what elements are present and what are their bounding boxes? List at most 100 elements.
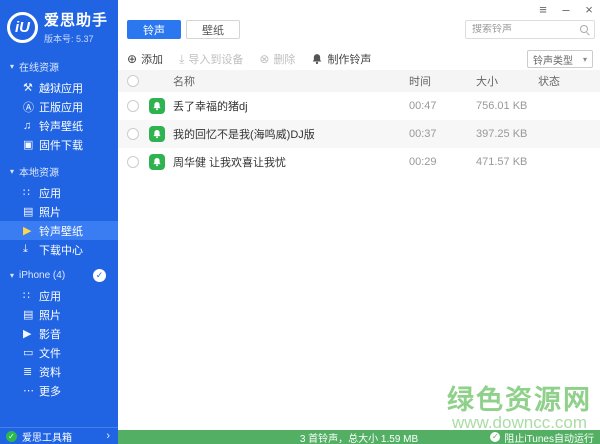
content-tabs: 铃声 壁纸 bbox=[127, 20, 240, 39]
column-header-time[interactable]: 时间 bbox=[409, 73, 476, 89]
delete-circle-icon: ⊗ bbox=[259, 52, 269, 66]
add-button[interactable]: ⊕ 添加 bbox=[127, 51, 163, 67]
tab-ringtone[interactable]: 铃声 bbox=[127, 20, 181, 39]
sidebar-item-online-ringtones[interactable]: ♫ 铃声壁纸 bbox=[0, 116, 118, 135]
tab-wallpaper[interactable]: 壁纸 bbox=[186, 20, 240, 39]
ringtone-name: 我的回忆不是我(海鸣威)DJ版 bbox=[173, 126, 409, 142]
check-circle-icon: ✓ bbox=[490, 432, 500, 442]
toolbox-label: 爱思工具箱 bbox=[22, 429, 72, 444]
ringtone-duration: 00:47 bbox=[409, 100, 476, 112]
section-title-label: 本地资源 bbox=[19, 164, 59, 179]
chevron-down-icon: ▾ bbox=[10, 167, 14, 176]
ringtone-size: 471.57 KB bbox=[476, 156, 538, 168]
make-ringtone-label: 制作铃声 bbox=[327, 51, 371, 67]
sidebar-item-firmware-download[interactable]: ▣ 固件下载 bbox=[0, 135, 118, 154]
block-itunes-toggle[interactable]: ✓ 阻止iTunes自动运行 bbox=[490, 430, 594, 444]
ringtone-duration: 00:29 bbox=[409, 156, 476, 168]
sidebar-item-device-media[interactable]: ▶ 影音 bbox=[0, 324, 118, 343]
close-icon[interactable]: × bbox=[582, 2, 596, 17]
delete-button[interactable]: ⊗ 删除 bbox=[259, 51, 295, 67]
delete-label: 删除 bbox=[273, 51, 295, 67]
table-header: 名称 时间 大小 状态 bbox=[118, 70, 600, 92]
import-to-device-button[interactable]: ⤓ 导入到设备 bbox=[179, 51, 243, 67]
ringtone-bell-icon bbox=[149, 154, 165, 170]
sidebar-item-device-data[interactable]: ≣ 资料 bbox=[0, 362, 118, 381]
sidebar-item-label: 固件下载 bbox=[39, 137, 83, 153]
column-header-name[interactable]: 名称 bbox=[173, 73, 409, 89]
photo-icon: ▤ bbox=[23, 205, 39, 218]
sidebar-item-download-center[interactable]: ⤓ 下载中心 bbox=[0, 240, 118, 259]
column-header-size[interactable]: 大小 bbox=[476, 73, 538, 89]
search-icon[interactable] bbox=[579, 24, 590, 35]
table-row[interactable]: 我的回忆不是我(海鸣威)DJ版 00:37 397.25 KB bbox=[118, 120, 600, 148]
sidebar-section-local[interactable]: ▾ 本地资源 bbox=[0, 154, 118, 183]
bell-icon bbox=[311, 53, 323, 65]
minimize-icon[interactable]: – bbox=[559, 2, 573, 17]
ringtone-name: 周华健 让我欢喜让我忧 bbox=[173, 154, 409, 170]
sidebar-item-device-apps[interactable]: ∷ 应用 bbox=[0, 286, 118, 305]
section-title-label: iPhone (4) bbox=[19, 270, 65, 281]
main-panel: ≡ – × 铃声 壁纸 ⊕ 添加 ⤓ 导入到设备 ⊗ 删除 bbox=[118, 0, 600, 444]
appstore-icon: Ⓐ bbox=[23, 99, 39, 115]
chevron-down-icon: ▾ bbox=[10, 62, 14, 71]
select-all-checkbox[interactable] bbox=[127, 75, 139, 87]
sidebar-section-online[interactable]: ▾ 在线资源 bbox=[0, 49, 118, 78]
table-row[interactable]: 周华健 让我欢喜让我忧 00:29 471.57 KB bbox=[118, 148, 600, 176]
sidebar-item-label: 资料 bbox=[39, 364, 61, 380]
sidebar-item-device-photos[interactable]: ▤ 照片 bbox=[0, 305, 118, 324]
toolbox-entry[interactable]: ✓ 爱思工具箱 › bbox=[0, 427, 118, 444]
ringtone-name: 丢了幸福的猪dj bbox=[173, 98, 409, 114]
row-checkbox[interactable] bbox=[127, 156, 139, 168]
sidebar-item-label: 铃声壁纸 bbox=[39, 118, 83, 134]
sidebar-item-label: 影音 bbox=[39, 326, 61, 342]
sidebar: iU 爱思助手 版本号: 5.37 ▾ 在线资源 ⚒ 越狱应用 Ⓐ 正版应用 ♫… bbox=[0, 0, 118, 444]
apps-grid-icon: ∷ bbox=[23, 186, 39, 199]
folder-icon: ▭ bbox=[23, 346, 39, 359]
app-title: 爱思助手 bbox=[44, 9, 108, 30]
menu-icon[interactable]: ≡ bbox=[536, 2, 550, 17]
ringtone-play-icon: ▶ bbox=[23, 224, 39, 237]
section-title-label: 在线资源 bbox=[19, 59, 59, 74]
device-connected-check-icon: ✓ bbox=[93, 269, 106, 282]
list-lines-icon: ≣ bbox=[23, 365, 39, 378]
sidebar-item-local-ringtones-selected[interactable]: ▶ 铃声壁纸 bbox=[0, 221, 118, 240]
ringtone-type-dropdown[interactable]: 铃声类型 ▾ bbox=[527, 50, 593, 68]
sidebar-item-jailbreak-apps[interactable]: ⚒ 越狱应用 bbox=[0, 78, 118, 97]
music-note-icon: ♫ bbox=[23, 120, 39, 132]
sidebar-item-label: 更多 bbox=[39, 383, 61, 399]
sidebar-item-more[interactable]: ⋯ 更多 bbox=[0, 381, 118, 400]
column-header-status[interactable]: 状态 bbox=[538, 73, 600, 89]
sidebar-item-genuine-apps[interactable]: Ⓐ 正版应用 bbox=[0, 97, 118, 116]
sidebar-item-label: 照片 bbox=[39, 204, 61, 220]
sidebar-item-label: 铃声壁纸 bbox=[39, 223, 83, 239]
sidebar-item-label: 越狱应用 bbox=[39, 80, 83, 96]
row-checkbox[interactable] bbox=[127, 100, 139, 112]
sidebar-item-local-apps[interactable]: ∷ 应用 bbox=[0, 183, 118, 202]
search-input[interactable] bbox=[472, 24, 579, 35]
sidebar-section-iphone[interactable]: ▾ iPhone (4) ✓ bbox=[0, 259, 118, 286]
ringtone-bell-icon bbox=[149, 126, 165, 142]
plus-circle-icon: ⊕ bbox=[127, 52, 137, 66]
row-checkbox[interactable] bbox=[127, 128, 139, 140]
make-ringtone-button[interactable]: 制作铃声 bbox=[311, 51, 371, 67]
sidebar-item-device-files[interactable]: ▭ 文件 bbox=[0, 343, 118, 362]
import-arrow-icon: ⤓ bbox=[179, 52, 184, 67]
logo-icon: iU bbox=[7, 12, 38, 43]
media-play-icon: ▶ bbox=[23, 327, 39, 340]
app-logo: iU 爱思助手 版本号: 5.37 bbox=[0, 0, 118, 49]
sidebar-item-local-photos[interactable]: ▤ 照片 bbox=[0, 202, 118, 221]
status-bar: 3 首铃声，总大小 1.59 MB ✓ 阻止iTunes自动运行 bbox=[118, 430, 600, 444]
add-label: 添加 bbox=[141, 51, 163, 67]
window-controls: ≡ – × bbox=[536, 2, 596, 17]
download-icon: ⤓ bbox=[23, 243, 39, 256]
sidebar-item-label: 下载中心 bbox=[39, 242, 83, 258]
apps-grid-icon: ∷ bbox=[23, 289, 39, 302]
search-box bbox=[465, 20, 595, 39]
ringtone-size: 397.25 KB bbox=[476, 128, 538, 140]
watermark-title: 绿色资源网 bbox=[447, 386, 592, 414]
sidebar-item-label: 正版应用 bbox=[39, 99, 83, 115]
chevron-down-icon: ▾ bbox=[583, 55, 587, 64]
table-row[interactable]: 丢了幸福的猪dj 00:47 756.01 KB bbox=[118, 92, 600, 120]
site-watermark: 绿色资源网 www.downcc.com bbox=[447, 386, 592, 432]
block-itunes-label: 阻止iTunes自动运行 bbox=[504, 430, 594, 444]
